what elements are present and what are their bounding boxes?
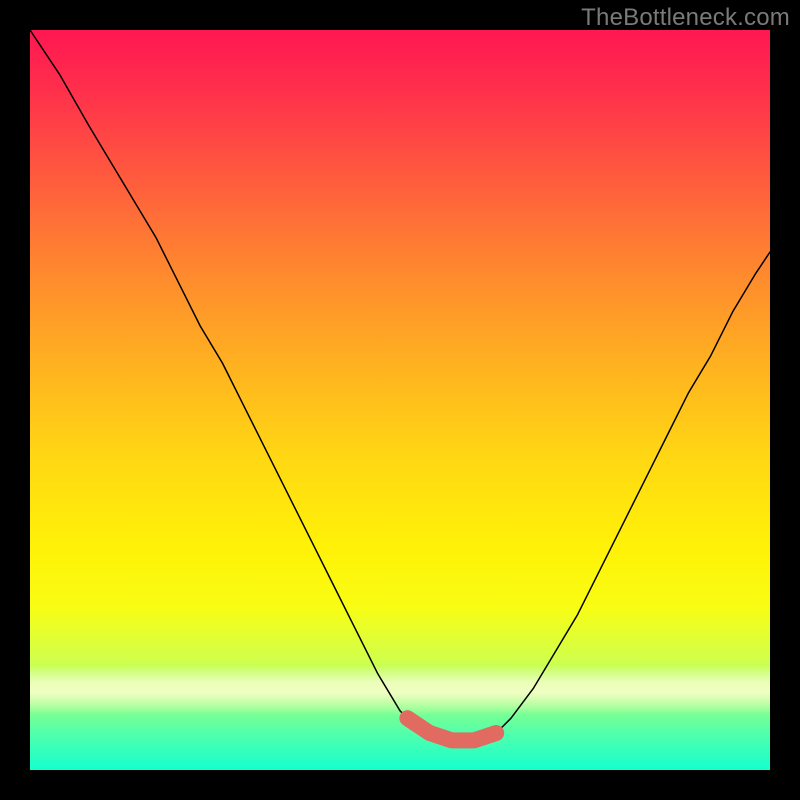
chart-frame: TheBottleneck.com: [0, 0, 800, 800]
curve-svg: [30, 30, 770, 770]
watermark-text: TheBottleneck.com: [581, 4, 790, 32]
plot-area: [30, 30, 770, 770]
bottleneck-curve: [30, 30, 770, 740]
trough-highlight: [407, 718, 496, 740]
